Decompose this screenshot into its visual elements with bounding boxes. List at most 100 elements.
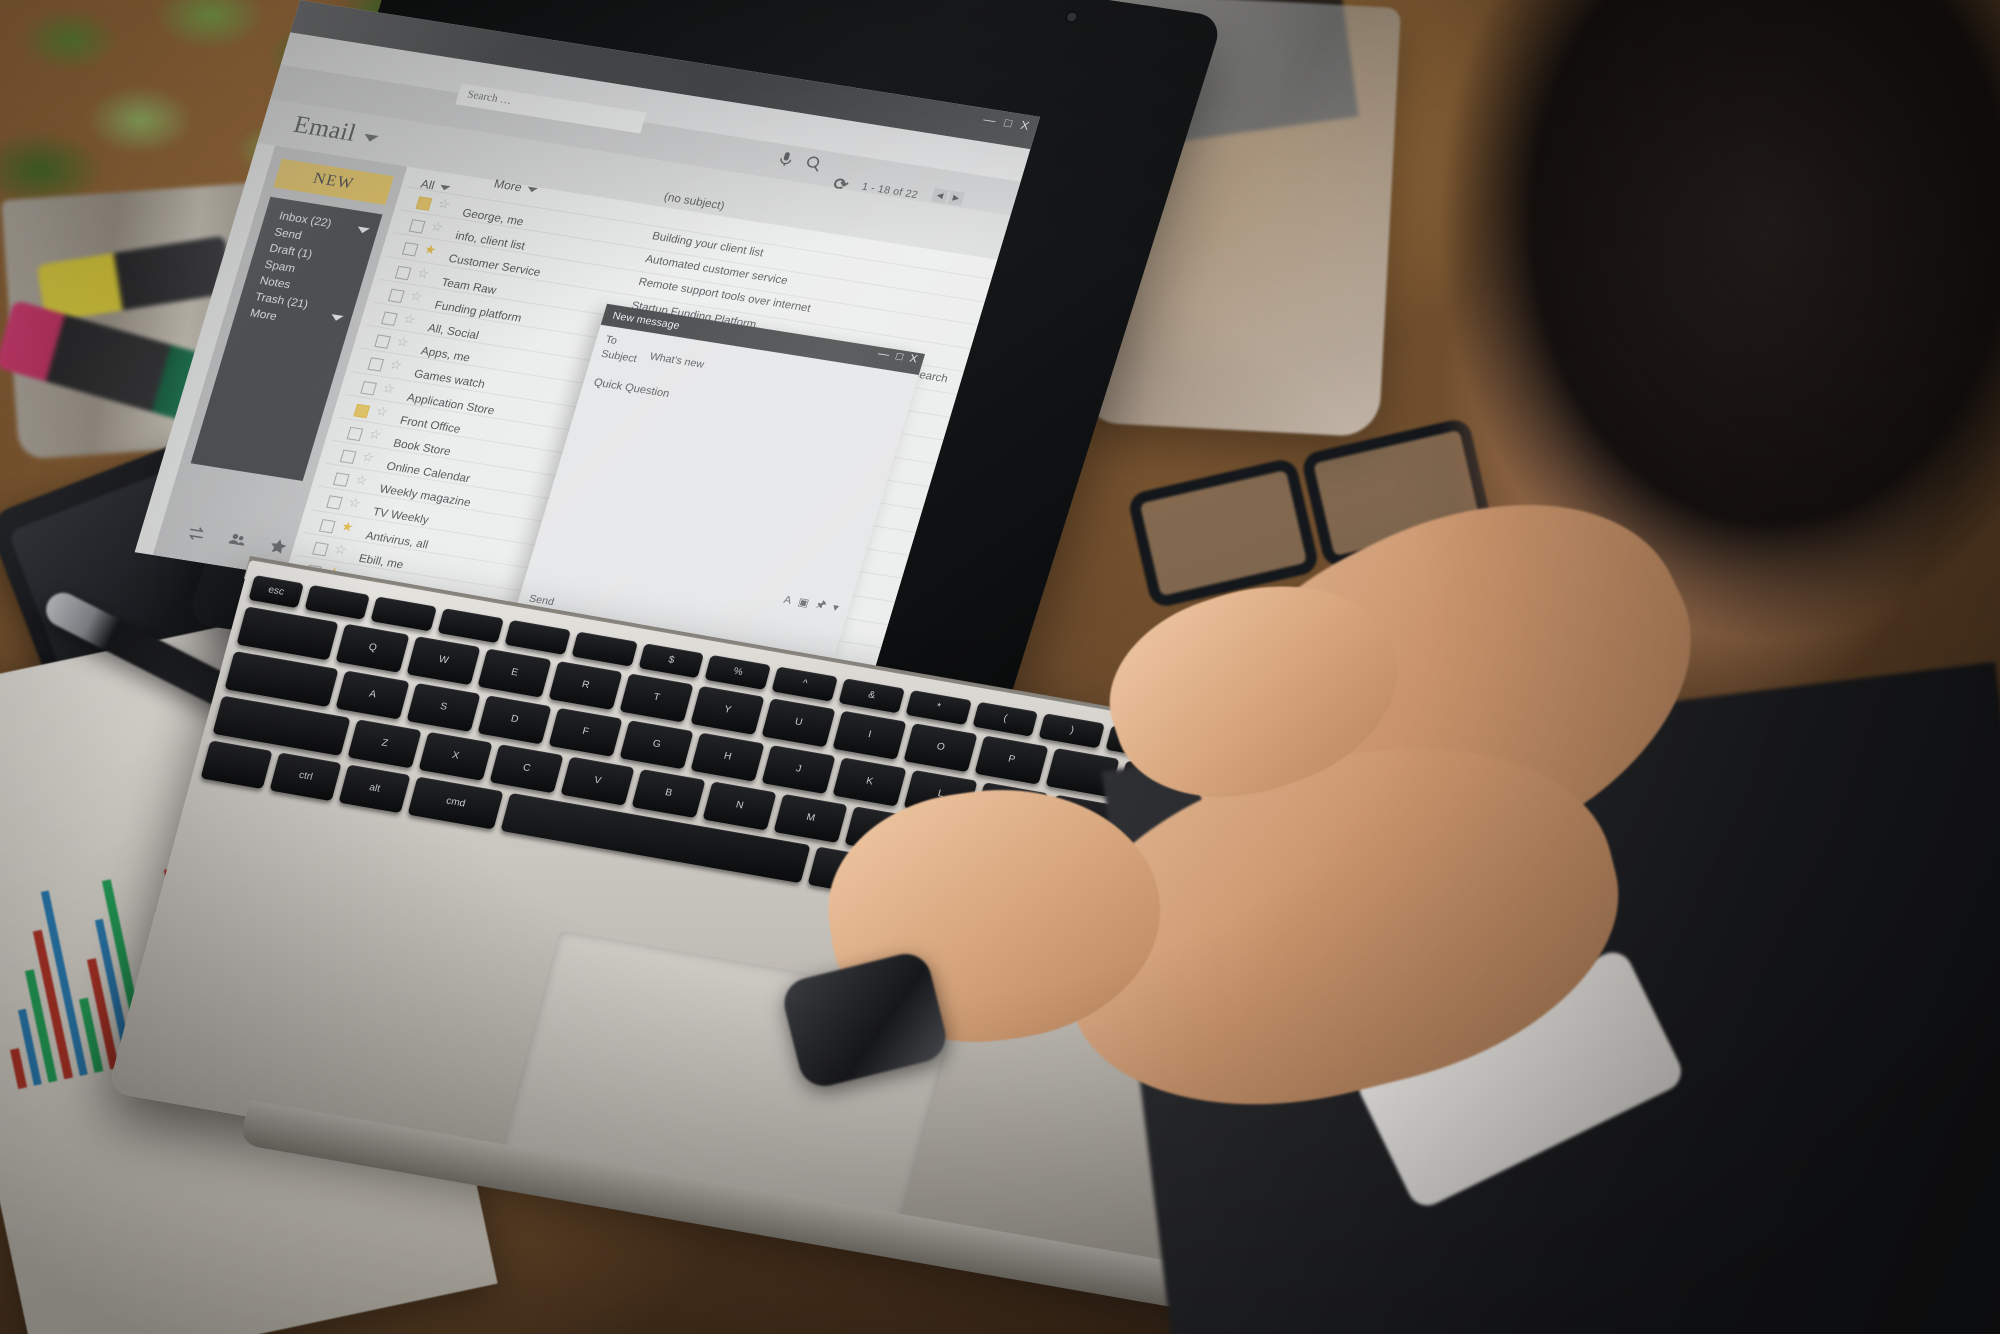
key[interactable]: G <box>619 720 694 770</box>
key[interactable]: O <box>903 723 978 773</box>
star-icon[interactable]: ☆ <box>381 380 397 396</box>
row-checkbox[interactable] <box>401 242 419 257</box>
app-title-chevron-down-icon[interactable] <box>362 133 379 143</box>
key[interactable]: alt <box>338 764 411 814</box>
star-icon[interactable]: ☆ <box>409 288 425 304</box>
transfer-icon[interactable] <box>184 523 208 544</box>
webcam-icon <box>1065 12 1078 22</box>
chevron-down-icon[interactable]: ▾ <box>831 601 840 614</box>
font-icon[interactable]: A <box>782 594 793 607</box>
image-icon[interactable]: ▣ <box>797 596 811 609</box>
mic-icon[interactable] <box>774 148 798 169</box>
page-next-button[interactable]: ▶ <box>946 190 965 207</box>
compose-minimize-icon[interactable]: — <box>876 348 890 361</box>
star-icon[interactable]: ☆ <box>374 403 390 419</box>
star-icon[interactable]: ☆ <box>436 196 452 212</box>
star-icon[interactable]: ☆ <box>360 449 376 465</box>
key[interactable]: A <box>335 670 410 720</box>
key[interactable]: V <box>560 756 635 806</box>
key[interactable]: B <box>631 768 706 819</box>
sidebar-bottom-icons[interactable] <box>184 523 290 557</box>
key[interactable]: J <box>761 744 836 795</box>
row-checkbox[interactable] <box>415 196 433 211</box>
star-icon[interactable]: ☆ <box>347 495 363 511</box>
row-checkbox[interactable] <box>381 311 398 326</box>
row-checkbox[interactable] <box>387 288 405 303</box>
key[interactable]: Y <box>690 685 765 735</box>
search-small-icon[interactable] <box>802 153 826 174</box>
compose-maximize-icon[interactable]: □ <box>894 351 904 363</box>
compose-subject-label: Subject <box>599 348 639 365</box>
key[interactable]: T <box>619 673 694 723</box>
maximize-icon[interactable]: □ <box>1003 116 1014 130</box>
star-icon[interactable]: ☆ <box>415 265 431 281</box>
star-icon[interactable]: ☆ <box>402 311 418 327</box>
app-title-text: Email <box>290 111 360 147</box>
close-icon[interactable]: X <box>1019 118 1031 133</box>
compose-subject-input[interactable]: What's new <box>648 351 705 371</box>
filter-more-label: More <box>492 176 524 195</box>
key[interactable]: F <box>548 707 623 757</box>
star-icon[interactable]: ☆ <box>395 334 411 350</box>
key[interactable]: X <box>418 731 493 781</box>
key[interactable]: N <box>702 781 777 831</box>
row-checkbox[interactable] <box>367 357 385 372</box>
star-icon[interactable]: ☆ <box>388 357 404 373</box>
star-icon[interactable]: ☆ <box>333 541 349 557</box>
sidebar-item-label: More <box>248 307 279 324</box>
star-icon[interactable]: ★ <box>340 518 356 534</box>
photo-scene: — □ X ⟳ 1 - 18 of 22 ◀ ▶ Email Search … … <box>0 0 2000 1334</box>
row-checkbox[interactable] <box>408 219 426 234</box>
key[interactable]: E <box>477 648 552 698</box>
key[interactable]: Q <box>335 623 410 673</box>
key[interactable]: Z <box>347 719 422 769</box>
compose-to-field[interactable]: To <box>604 334 619 347</box>
row-checkbox[interactable] <box>353 403 371 418</box>
star-icon[interactable]: ☆ <box>367 426 383 442</box>
key[interactable]: W <box>406 636 481 686</box>
compose-title: New message <box>611 309 682 332</box>
key[interactable]: cmd <box>407 776 504 830</box>
key[interactable]: I <box>832 710 907 760</box>
star-icon[interactable]: ☆ <box>353 472 369 488</box>
inbox-chevron-down-icon[interactable] <box>356 226 370 235</box>
compose-toolbar[interactable]: A ▣ 🖈 ▾ <box>781 590 841 617</box>
key[interactable]: R <box>548 660 623 711</box>
star-icon[interactable]: ★ <box>422 242 438 258</box>
star-icon[interactable] <box>266 536 290 557</box>
key[interactable]: P <box>974 735 1049 785</box>
row-checkbox[interactable] <box>325 495 343 511</box>
row-checkbox[interactable] <box>339 449 357 465</box>
star-icon[interactable]: ☆ <box>429 219 445 235</box>
row-checkbox[interactable] <box>312 541 329 557</box>
row-checkbox[interactable] <box>346 426 364 442</box>
key[interactable] <box>200 740 273 790</box>
new-mail-button[interactable]: NEW <box>273 158 394 205</box>
filter-more-chevron-down-icon[interactable] <box>526 186 539 194</box>
compose-body-input[interactable]: Quick Question <box>592 377 671 400</box>
sidebar-item-label: Spam <box>263 258 297 276</box>
search-placeholder: Search … <box>465 88 514 107</box>
filter-all-chevron-down-icon[interactable] <box>439 185 451 192</box>
key[interactable]: U <box>761 698 836 748</box>
page-prev-button[interactable]: ◀ <box>930 188 949 204</box>
key[interactable]: K <box>832 757 907 807</box>
row-checkbox[interactable] <box>319 518 336 534</box>
key[interactable]: M <box>773 793 848 844</box>
row-checkbox[interactable] <box>332 472 350 488</box>
browser-window-controls[interactable]: — □ X <box>982 112 1031 133</box>
row-checkbox[interactable] <box>394 265 412 280</box>
key[interactable] <box>236 606 339 661</box>
app-title[interactable]: Email <box>290 111 382 151</box>
key[interactable]: D <box>477 695 552 745</box>
key[interactable]: H <box>690 732 765 782</box>
more-chevron-down-icon[interactable] <box>329 314 344 322</box>
row-checkbox[interactable] <box>360 380 378 395</box>
key[interactable]: C <box>489 744 564 794</box>
minimize-icon[interactable]: — <box>982 112 998 127</box>
row-checkbox[interactable] <box>374 334 391 349</box>
key[interactable]: S <box>406 682 481 733</box>
contacts-icon[interactable] <box>225 529 249 550</box>
attach-icon[interactable]: 🖈 <box>813 595 829 615</box>
key[interactable]: ctrl <box>269 752 342 802</box>
